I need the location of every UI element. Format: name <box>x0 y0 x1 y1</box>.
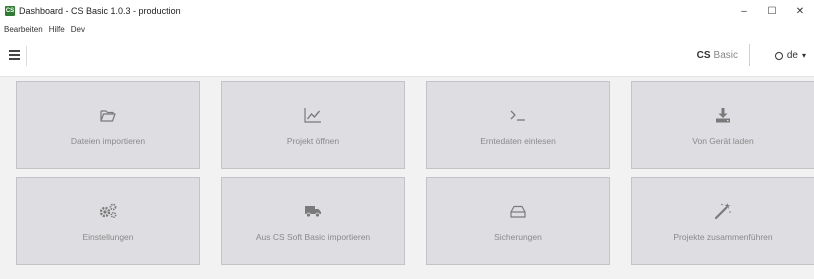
dashboard-grid: Dateien importieren Projekt öffnen Ernte… <box>0 76 814 279</box>
tile-erntedaten-einlesen[interactable]: Erntedaten einlesen <box>426 81 610 169</box>
app-logo-icon: CS <box>5 6 15 16</box>
menu-bar: Bearbeiten Hilfe Dev <box>0 22 814 36</box>
folder-open-icon <box>100 104 116 126</box>
language-selector[interactable]: de ▾ <box>774 50 806 61</box>
tile-sicherungen[interactable]: Sicherungen <box>426 177 610 265</box>
toolbar-divider <box>26 46 27 66</box>
truck-icon <box>304 200 322 222</box>
tile-label: Projekt öffnen <box>286 136 340 146</box>
tile-label: Dateien importieren <box>70 136 146 146</box>
terminal-icon <box>509 104 527 126</box>
menu-item-dev[interactable]: Dev <box>71 25 85 34</box>
tile-label: Projekte zusammenführen <box>673 232 773 242</box>
close-button[interactable]: ✕ <box>786 0 814 22</box>
app-toolbar: CS Basic de ▾ <box>0 36 814 77</box>
tile-einstellungen[interactable]: Einstellungen <box>16 177 200 265</box>
menu-item-hilfe[interactable]: Hilfe <box>49 25 65 34</box>
tile-label: Aus CS Soft Basic importieren <box>255 232 371 242</box>
tile-label: Von Gerät laden <box>692 136 754 146</box>
tile-label: Sicherungen <box>494 232 542 242</box>
brand-sub: Basic <box>713 50 738 61</box>
tile-label: Erntedaten einlesen <box>480 136 556 146</box>
window-title: Dashboard - CS Basic 1.0.3 - production <box>19 6 181 16</box>
tile-von-geraet-laden[interactable]: Von Gerät laden <box>631 81 814 169</box>
tile-projekt-oeffnen[interactable]: Projekt öffnen <box>221 81 405 169</box>
brand-label: CS Basic <box>697 50 738 61</box>
menu-icon[interactable] <box>9 50 20 60</box>
brand-bold: CS <box>696 50 711 61</box>
line-chart-icon <box>304 104 322 126</box>
tile-aus-cs-soft-basic-importieren[interactable]: Aus CS Soft Basic importieren <box>221 177 405 265</box>
caret-down-icon: ▾ <box>801 51 806 60</box>
tile-dateien-importieren[interactable]: Dateien importieren <box>16 81 200 169</box>
language-value: de <box>786 50 798 61</box>
magic-wand-icon <box>714 200 732 222</box>
maximize-button[interactable]: ☐ <box>758 0 786 22</box>
window-controls: – ☐ ✕ <box>730 0 814 22</box>
minimize-button[interactable]: – <box>730 0 758 22</box>
toolbar-divider-right <box>749 44 750 66</box>
gears-icon <box>98 200 118 222</box>
hdd-icon <box>510 200 526 222</box>
tile-label: Einstellungen <box>82 232 134 242</box>
globe-icon <box>774 51 783 60</box>
title-bar: CS Dashboard - CS Basic 1.0.3 - producti… <box>0 0 814 22</box>
tile-projekte-zusammenfuehren[interactable]: Projekte zusammenführen <box>631 177 814 265</box>
menu-item-bearbeiten[interactable]: Bearbeiten <box>4 25 43 34</box>
download-icon <box>715 104 731 126</box>
